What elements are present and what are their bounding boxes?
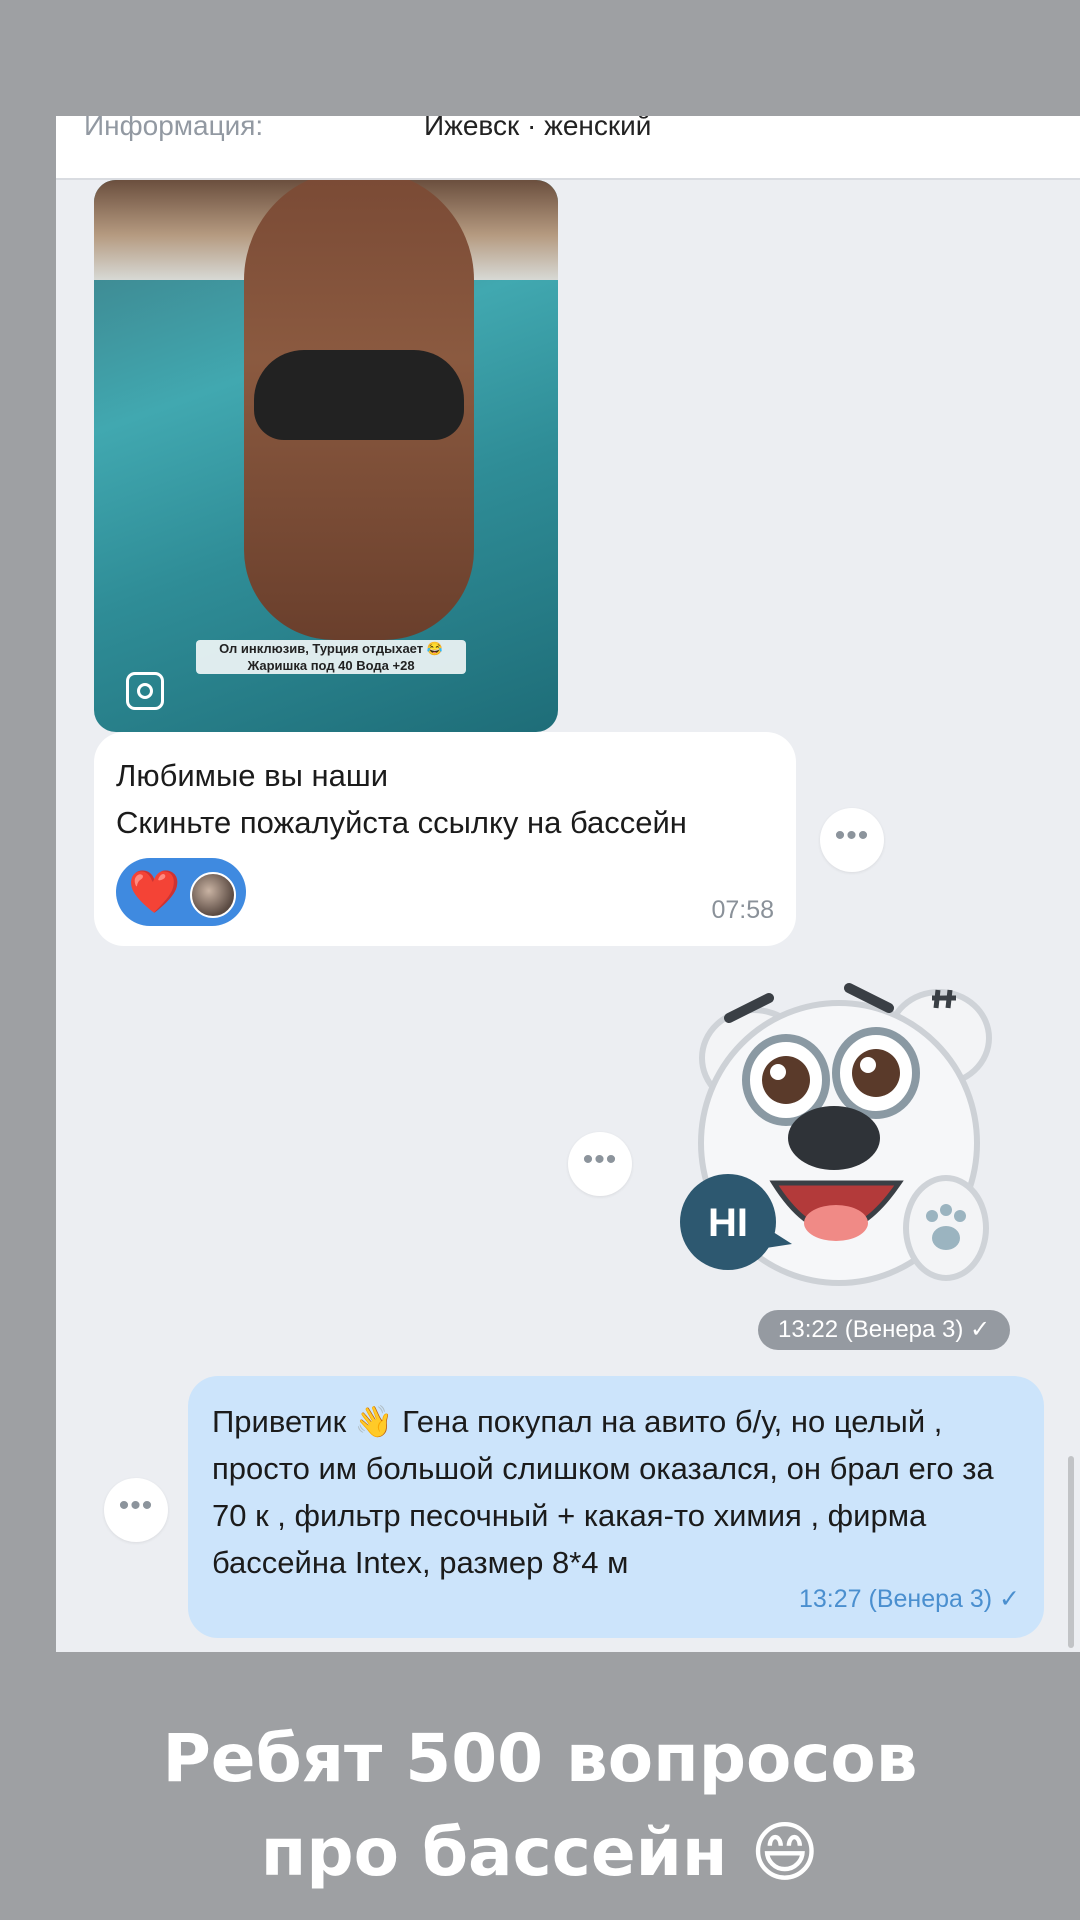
- scrollbar[interactable]: [1068, 1456, 1074, 1648]
- message-more-button[interactable]: •••: [820, 808, 884, 872]
- chat-screen: Информация: Ижевск · женский Ол инклюзив…: [56, 116, 1080, 1652]
- bear-sticker[interactable]: HI: [674, 968, 1004, 1328]
- heart-icon: ❤️: [128, 868, 181, 915]
- photo-caption: Ол инклюзив, Турция отдыхает 😂 Жаришка п…: [196, 640, 466, 674]
- message-timestamp: 13:27 (Венера 3) ✓: [799, 1585, 1020, 1613]
- outgoing-message-text: Приветик 👋 Гена покупал на авито б/у, но…: [212, 1404, 994, 1580]
- info-bar: Информация: Ижевск · женский: [56, 116, 1080, 180]
- sticker-more-button[interactable]: •••: [568, 1132, 632, 1196]
- story-caption: Ребят 500 вопросов про бассейн 😄: [162, 1720, 918, 1891]
- outgoing-message-bubble[interactable]: Приветик 👋 Гена покупал на авито б/у, но…: [188, 1376, 1044, 1638]
- photo-attachment[interactable]: Ол инклюзив, Турция отдыхает 😂 Жаришка п…: [94, 180, 558, 732]
- info-label: Информация:: [84, 116, 264, 141]
- photo-swimsuit: [254, 350, 464, 440]
- message-timestamp: 07:58: [711, 896, 774, 924]
- reaction-pill[interactable]: ❤️: [116, 858, 246, 926]
- info-value: Ижевск · женский: [424, 116, 652, 141]
- incoming-message-bubble[interactable]: Любимые вы наши Скиньте пожалуйста ссылк…: [94, 732, 796, 946]
- outgoing-more-button[interactable]: •••: [104, 1478, 168, 1542]
- incoming-message-text: Любимые вы наши Скиньте пожалуйста ссылк…: [116, 758, 687, 840]
- avatar: [190, 872, 236, 918]
- sticker-hi-text: HI: [708, 1201, 748, 1245]
- instagram-icon: [126, 672, 164, 710]
- sticker-timestamp: 13:22 (Венера 3) ✓: [758, 1310, 1011, 1350]
